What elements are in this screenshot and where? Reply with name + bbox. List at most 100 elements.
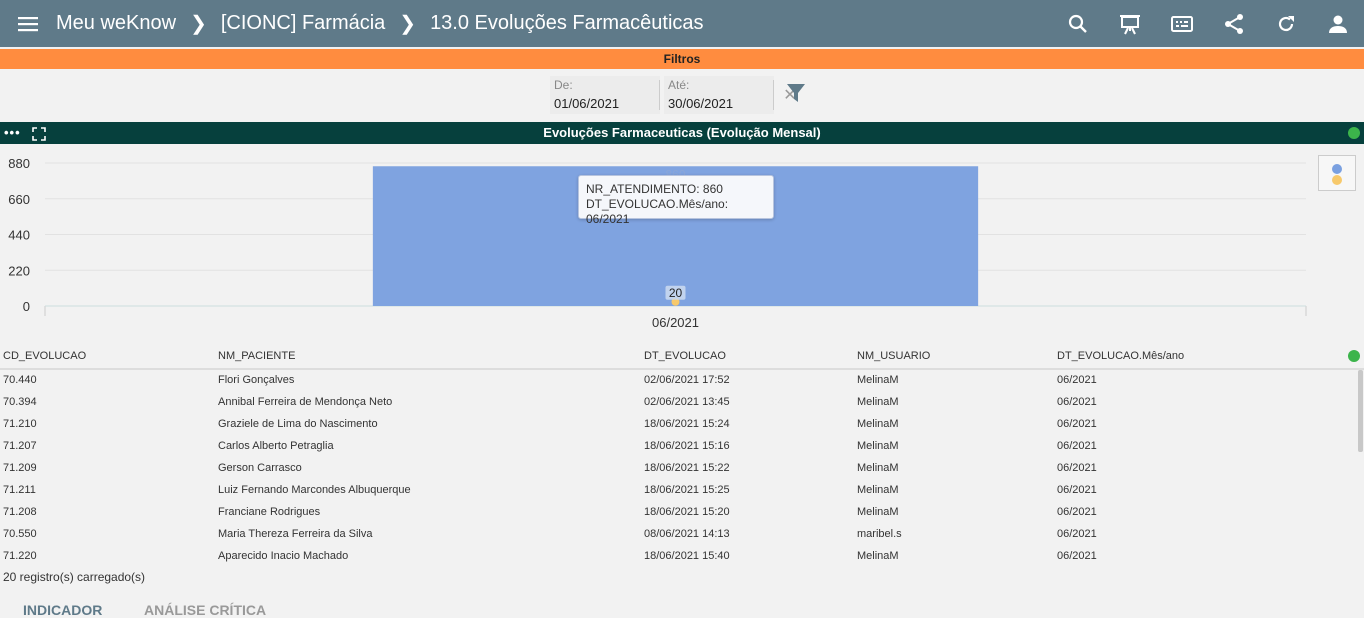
breadcrumb: Meu weKnow ❯ [CIONC] Farmácia ❯ 13.0 Evo… — [56, 11, 704, 36]
table-cell: 70.440 — [3, 374, 37, 386]
table-cell: Franciane Rodrigues — [218, 506, 321, 518]
date-from-filter[interactable]: De: 01/06/2021 ✕ — [550, 76, 683, 114]
table-cell: 06/2021 — [1057, 440, 1097, 452]
table-row[interactable]: 71.211 Luiz Fernando Marcondes Albuquerqu… — [0, 480, 1364, 502]
tooltip-line-1: NR_ATENDIMENTO: 860 — [586, 182, 723, 196]
x-tick-label: 06/2021 — [652, 315, 699, 330]
y-tick-label: 660 — [8, 192, 30, 207]
legend-toggle-button[interactable] — [1318, 155, 1356, 191]
column-header[interactable]: CD_EVOLUCAO — [3, 350, 86, 362]
table-cell: 02/06/2021 13:45 — [644, 396, 730, 408]
table-cell: 18/06/2021 15:20 — [644, 506, 730, 518]
table-cell: Flori Gonçalves — [218, 374, 295, 386]
divider — [773, 80, 774, 110]
table-row[interactable]: 71.208 Franciane Rodrigues 18/06/2021 15:2… — [0, 502, 1364, 524]
date-to-value[interactable]: 30/06/2021 — [668, 96, 733, 111]
user-icon[interactable] — [1312, 0, 1364, 47]
table-cell: 70.394 — [3, 396, 37, 408]
top-bar: Meu weKnow ❯ [CIONC] Farmácia ❯ 13.0 Evo… — [0, 0, 1364, 47]
table-cell: 06/2021 — [1057, 528, 1097, 540]
tab-analise-critica[interactable]: ANÁLISE CRÍTICA — [144, 602, 266, 618]
record-count: 20 registro(s) carregado(s) — [3, 570, 146, 584]
breadcrumb-current: 13.0 Evoluções Farmacêuticas — [430, 12, 704, 34]
legend-series-1-dot — [1332, 164, 1342, 174]
fullscreen-icon[interactable] — [32, 126, 46, 141]
table-cell: 71.210 — [3, 418, 37, 430]
table-row[interactable]: 70.550 Maria Thereza Ferreira da Silva 08/… — [0, 524, 1364, 546]
table-cell: 71.211 — [3, 484, 36, 496]
column-header[interactable]: NM_PACIENTE — [218, 350, 295, 362]
share-icon[interactable] — [1208, 0, 1260, 47]
breadcrumb-folder[interactable]: [CIONC] Farmácia — [221, 12, 385, 35]
table-cell: 02/06/2021 17:52 — [644, 374, 730, 386]
y-tick-label: 220 — [8, 263, 30, 278]
tooltip-line-2: DT_EVOLUCAO.Mês/ano: 06/2021 — [586, 197, 729, 226]
table-row[interactable]: 71.207 Carlos Alberto Petraglia 18/06/2021… — [0, 436, 1364, 458]
data-label: 20 — [669, 286, 683, 300]
top-actions — [1052, 0, 1364, 47]
column-header[interactable]: NM_USUARIO — [857, 350, 930, 362]
presentation-icon[interactable] — [1104, 0, 1156, 47]
table-cell: Annibal Ferreira de Mendonça Neto — [218, 396, 393, 408]
chart-svg: 02204406608808602006/2021 — [8, 156, 1307, 330]
menu-icon[interactable] — [0, 0, 56, 47]
chart-tooltip: NR_ATENDIMENTO: 860 DT_EVOLUCAO.Mês/ano:… — [578, 175, 774, 226]
date-from-label: De: — [554, 78, 573, 92]
table-cell: 06/2021 — [1057, 506, 1097, 518]
table-cell: 71.208 — [3, 506, 37, 518]
table-cell: 06/2021 — [1057, 462, 1097, 474]
table-cell: 18/06/2021 15:22 — [644, 462, 730, 474]
filter-row: De: 01/06/2021 ✕ Até: 30/06/2021 ✕ — [0, 72, 1364, 118]
table-cell: 06/2021 — [1057, 374, 1097, 386]
table-cell: 71.209 — [3, 462, 37, 474]
table-row[interactable]: 70.394 Annibal Ferreira de Mendonça Neto 0… — [0, 392, 1364, 414]
table-cell: 06/2021 — [1057, 418, 1097, 430]
more-options-icon[interactable]: ••• — [4, 122, 21, 144]
subtitles-icon[interactable] — [1156, 0, 1208, 47]
table-cell: MelinaM — [857, 396, 899, 408]
date-to-label: Até: — [668, 78, 690, 92]
table-cell: MelinaM — [857, 440, 899, 452]
table-cell: Gerson Carrasco — [218, 462, 302, 474]
table-cell: Graziele de Lima do Nascimento — [218, 418, 378, 430]
table-row[interactable]: 70.440 Flori Gonçalves 02/06/2021 17:52 Mel… — [0, 370, 1364, 392]
table-row[interactable]: 71.209 Gerson Carrasco 18/06/2021 15:22 Mel… — [0, 458, 1364, 480]
y-tick-label: 0 — [23, 299, 30, 314]
filters-title-bar[interactable]: Filtros — [0, 49, 1364, 69]
breadcrumb-home[interactable]: Meu weKnow — [56, 12, 176, 35]
chart: 02204406608808602006/2021 — [0, 144, 1364, 338]
divider — [659, 80, 660, 110]
panel-header: ••• Evoluções Farmaceuticas (Evolução Me… — [0, 122, 1364, 144]
table-cell: MelinaM — [857, 418, 899, 430]
column-header[interactable]: DT_EVOLUCAO — [644, 350, 726, 362]
table-cell: maribel.s — [857, 528, 902, 540]
bottom-tabs: INDICADOR ANÁLISE CRÍTICA — [0, 598, 1364, 618]
table-cell: Luiz Fernando Marcondes Albuquerque — [218, 484, 411, 496]
filter-funnel-icon[interactable] — [785, 82, 807, 104]
date-to-filter[interactable]: Até: 30/06/2021 ✕ — [664, 76, 797, 114]
table-row[interactable]: 71.210 Graziele de Lima do Nascimento 18/0… — [0, 414, 1364, 436]
tab-indicador[interactable]: INDICADOR — [23, 602, 102, 618]
table-cell: Carlos Alberto Petraglia — [218, 440, 334, 452]
table-cell: Maria Thereza Ferreira da Silva — [218, 528, 373, 540]
table-cell: 06/2021 — [1057, 396, 1097, 408]
table-cell: MelinaM — [857, 374, 899, 386]
search-icon[interactable] — [1052, 0, 1104, 47]
table-cell: MelinaM — [857, 462, 899, 474]
legend-series-2-dot — [1332, 175, 1342, 185]
table-cell: 71.220 — [3, 550, 37, 562]
status-indicator — [1348, 127, 1360, 139]
refresh-icon[interactable] — [1260, 0, 1312, 47]
table-cell: 18/06/2021 15:24 — [644, 418, 730, 430]
table-cell: 18/06/2021 15:25 — [644, 484, 730, 496]
table-cell: MelinaM — [857, 506, 899, 518]
table-cell: 18/06/2021 15:16 — [644, 440, 730, 452]
table-cell: 18/06/2021 15:40 — [644, 550, 730, 562]
table-row[interactable]: 71.220 Aparecido Inacio Machado 18/06/2021… — [0, 546, 1364, 568]
chevron-right-icon: ❯ — [399, 13, 417, 35]
table-cell: 06/2021 — [1057, 550, 1097, 562]
column-header[interactable]: DT_EVOLUCAO.Mês/ano — [1057, 350, 1184, 362]
table-header: CD_EVOLUCAO NM_PACIENTE DT_EVOLUCAO NM_U… — [0, 346, 1364, 370]
table-scrollbar[interactable] — [1358, 370, 1363, 452]
date-from-value[interactable]: 01/06/2021 — [554, 96, 619, 111]
